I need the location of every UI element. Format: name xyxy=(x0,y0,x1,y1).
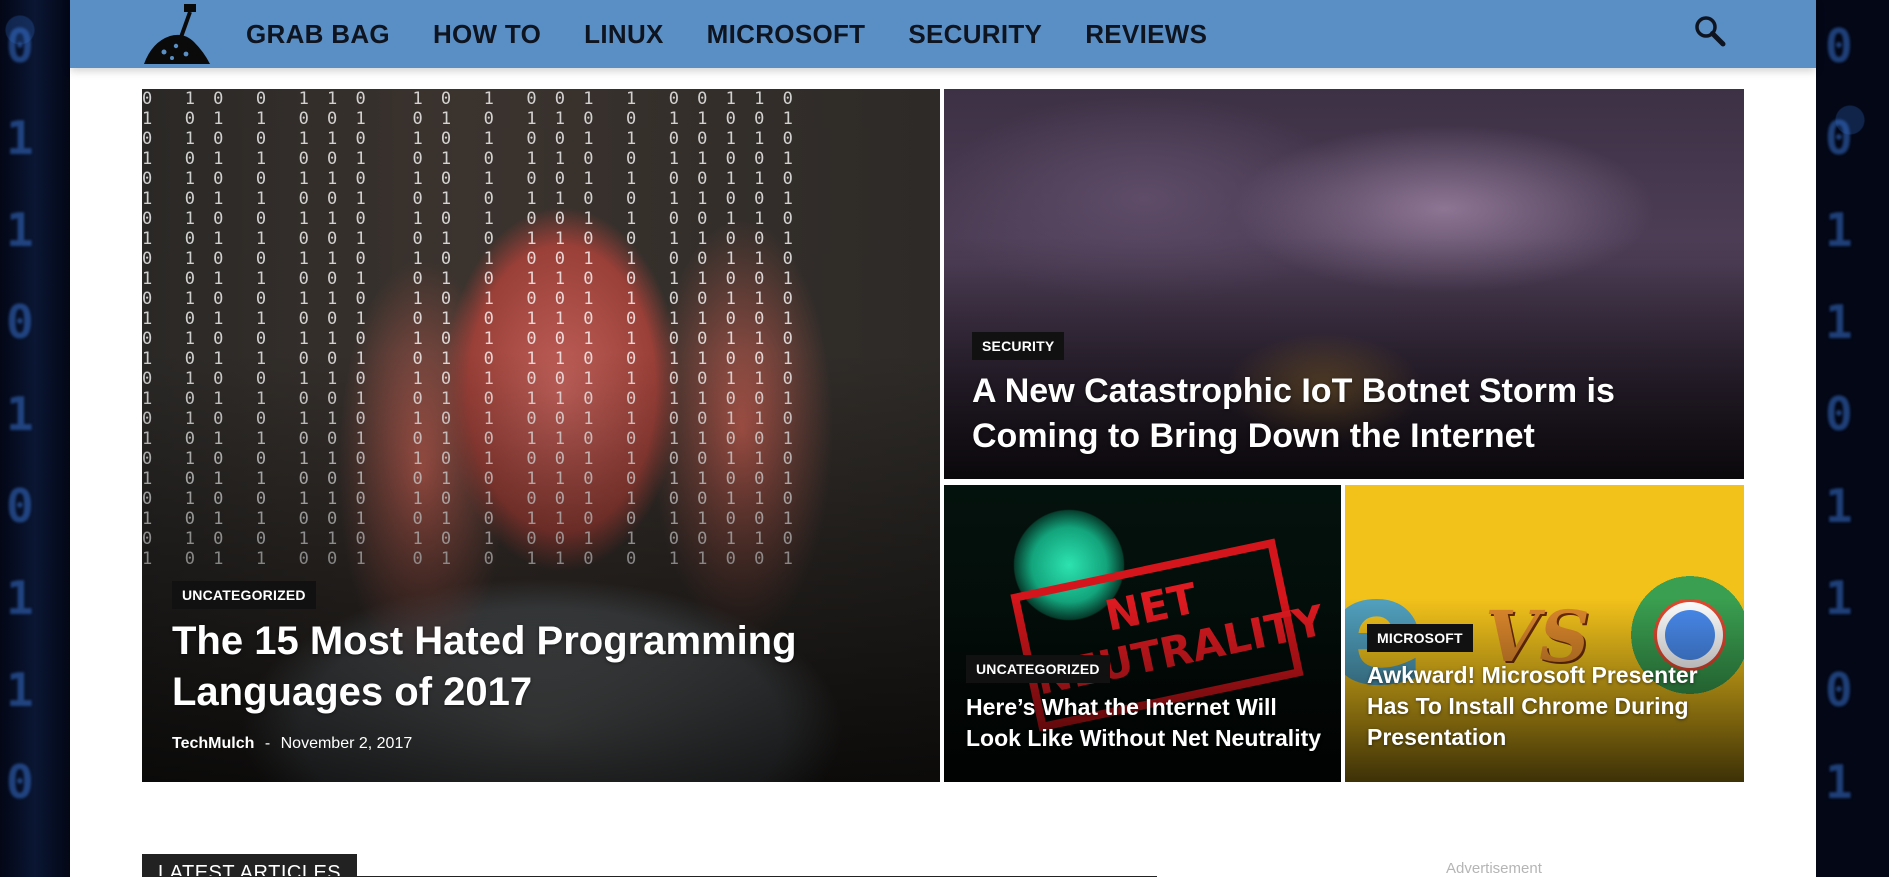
nav-item-linux[interactable]: LINUX xyxy=(584,19,664,50)
page: GRAB BAG HOW TO LINUX MICROSOFT SECURITY… xyxy=(70,0,1816,877)
image-gradient xyxy=(944,597,1341,782)
post-date: November 2, 2017 xyxy=(280,735,413,752)
latest-articles-heading: LATEST ARTICLES xyxy=(142,854,358,877)
search-icon[interactable] xyxy=(1693,14,1727,48)
binary-background-right: 0 0 1 1 0 1 1 0 1 xyxy=(1825,19,1853,809)
post-meta: TechMulch - November 2, 2017 xyxy=(172,735,412,753)
category-badge[interactable]: MICROSOFT xyxy=(1367,624,1473,652)
post-author[interactable]: TechMulch xyxy=(172,735,254,752)
category-badge[interactable]: UNCATEGORIZED xyxy=(172,581,316,609)
top-navigation-bar: GRAB BAG HOW TO LINUX MICROSOFT SECURITY… xyxy=(70,0,1816,68)
featured-post-botnet[interactable]: SECURITY A New Catastrophic IoT Botnet S… xyxy=(944,89,1744,479)
digging-shovel-logo[interactable] xyxy=(142,2,212,66)
nav-item-reviews[interactable]: REVIEWS xyxy=(1085,19,1207,50)
meta-separator: - xyxy=(264,735,271,752)
post-title[interactable]: Awkward! Microsoft Presenter Has To Inst… xyxy=(1367,660,1727,753)
binary-background-left: 0 1 1 0 1 0 1 1 0 xyxy=(6,19,34,809)
category-badge[interactable]: UNCATEGORIZED xyxy=(966,655,1110,683)
post-title[interactable]: Here’s What the Internet Will Look Like … xyxy=(966,692,1326,754)
nav-item-microsoft[interactable]: MICROSOFT xyxy=(707,19,866,50)
advertisement-label: Advertisement xyxy=(1446,860,1542,877)
nav-item-security[interactable]: SECURITY xyxy=(908,19,1042,50)
featured-post-microsoft[interactable]: e VS MICROSOFT Awkward! Microsoft Presen… xyxy=(1345,485,1744,782)
post-title[interactable]: The 15 Most Hated Programming Languages … xyxy=(172,616,872,718)
post-title[interactable]: A New Catastrophic IoT Botnet Storm is C… xyxy=(972,369,1692,459)
featured-post-net-neutrality[interactable]: NET NEUTRALITY UNCATEGORIZED Here’s What… xyxy=(944,485,1341,782)
category-badge[interactable]: SECURITY xyxy=(972,332,1065,360)
main-nav: GRAB BAG HOW TO LINUX MICROSOFT SECURITY… xyxy=(246,0,1250,68)
nav-item-grab-bag[interactable]: GRAB BAG xyxy=(246,19,390,50)
featured-post-main[interactable]: 0 1 0 0 1 1 0 1 0 1 0 0 1 1 0 0 1 1 0 1 … xyxy=(142,89,940,782)
nav-item-how-to[interactable]: HOW TO xyxy=(433,19,541,50)
